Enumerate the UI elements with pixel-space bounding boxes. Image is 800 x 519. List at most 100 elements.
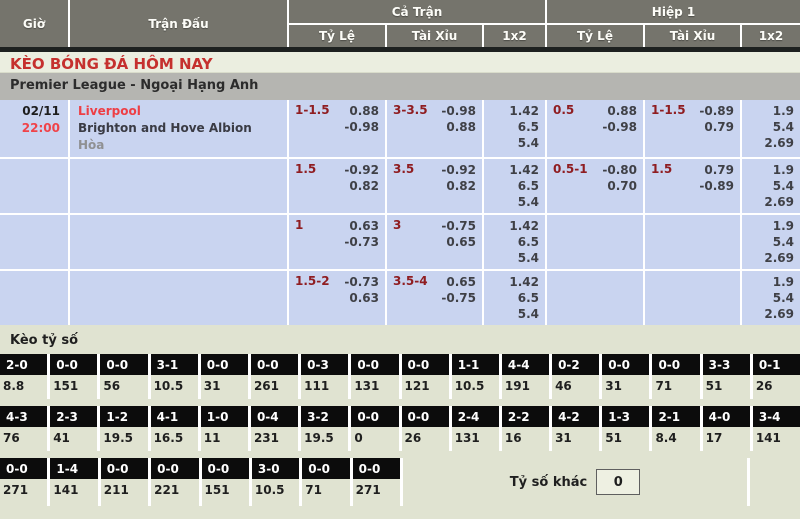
score-box[interactable]: 0-0 [251, 354, 298, 375]
score-cell[interactable]: 0-3 111 [301, 354, 348, 399]
score-box[interactable]: 3-0 [252, 458, 299, 479]
ft-1x2-cell[interactable]: 1.42 6.5 5.4 [484, 271, 545, 325]
odds-value[interactable]: 5.4 [490, 194, 539, 210]
score-box[interactable]: 0-0 [402, 406, 449, 427]
odds-value[interactable]: 0.63 [295, 290, 379, 306]
score-cell[interactable]: 0-0 71 [652, 354, 699, 399]
odds-value[interactable]: 5.4 [490, 306, 539, 322]
score-cell[interactable]: 3-0 10.5 [252, 458, 299, 506]
score-box[interactable]: 0-0 [201, 354, 248, 375]
score-box[interactable]: 1-4 [50, 458, 97, 479]
score-box[interactable]: 0-0 [351, 354, 398, 375]
ft-1x2-cell[interactable]: 1.42 6.5 5.4 [484, 215, 545, 269]
score-box[interactable]: 2-2 [502, 406, 549, 427]
odds-value[interactable]: 6.5 [490, 234, 539, 250]
odds-value[interactable]: -0.98 [553, 119, 637, 135]
score-box[interactable]: 4-0 [703, 406, 750, 427]
score-box[interactable]: 0-0 [351, 406, 398, 427]
odds-value[interactable]: 1.42 [490, 103, 539, 119]
ft-handicap-cell[interactable]: 1.5 -0.92 0.82 [289, 159, 385, 213]
odds-value[interactable]: 0.82 [295, 178, 379, 194]
odds-value[interactable]: 0.79 [651, 119, 734, 135]
score-box[interactable]: 0-3 [301, 354, 348, 375]
score-box[interactable]: 4-1 [151, 406, 198, 427]
score-cell[interactable]: 4-2 31 [552, 406, 599, 451]
h1-1x2-cell[interactable]: 1.9 5.4 2.69 [742, 271, 800, 325]
score-cell[interactable]: 4-0 17 [703, 406, 750, 451]
odds-value[interactable]: 1.42 [490, 218, 539, 234]
score-cell[interactable]: 0-0 211 [101, 458, 148, 506]
score-box[interactable]: 2-3 [50, 406, 97, 427]
h1-over-under-cell[interactable]: 1-1.5 -0.89 0.79 [645, 100, 740, 157]
score-cell[interactable]: 1-3 51 [602, 406, 649, 451]
odds-value[interactable]: 2.69 [748, 250, 794, 266]
odds-value[interactable]: 0.88 [393, 119, 476, 135]
score-cell[interactable]: 3-2 19.5 [301, 406, 348, 451]
score-box[interactable]: 1-1 [452, 354, 499, 375]
score-box[interactable]: 0-0 [602, 354, 649, 375]
odds-value[interactable]: 6.5 [490, 290, 539, 306]
h1-1x2-cell[interactable]: 1.9 5.4 2.69 [742, 159, 800, 213]
ft-over-under-cell[interactable]: 3.5-4 0.65 -0.75 [387, 271, 482, 325]
odds-value[interactable]: 1.9 [748, 218, 794, 234]
score-box[interactable]: 0-2 [552, 354, 599, 375]
odds-value[interactable]: 5.4 [748, 119, 794, 135]
h1-1x2-cell[interactable]: 1.9 5.4 2.69 [742, 215, 800, 269]
odds-value[interactable]: 0.82 [393, 178, 476, 194]
score-cell[interactable]: 0-0 26 [402, 406, 449, 451]
score-cell[interactable]: 2-4 131 [452, 406, 499, 451]
odds-value[interactable]: 2.69 [748, 135, 794, 151]
score-cell[interactable]: 2-3 41 [50, 406, 97, 451]
score-box[interactable]: 0-0 [100, 354, 147, 375]
ft-handicap-cell[interactable]: 1-1.5 0.88 -0.98 [289, 100, 385, 157]
ft-1x2-cell[interactable]: 1.42 6.5 5.4 [484, 100, 545, 157]
odds-value[interactable]: -0.89 [651, 178, 734, 194]
score-box[interactable]: 4-3 [0, 406, 47, 427]
odds-value[interactable]: -0.73 [295, 234, 379, 250]
odds-value[interactable]: -0.98 [295, 119, 379, 135]
odds-value[interactable]: 2.69 [748, 194, 794, 210]
score-box[interactable]: 1-0 [201, 406, 248, 427]
score-cell[interactable]: 4-4 191 [502, 354, 549, 399]
h1-handicap-cell[interactable]: 0.5 0.88 -0.98 [547, 100, 643, 157]
score-box[interactable]: 0-1 [753, 354, 800, 375]
score-cell[interactable]: 0-1 26 [753, 354, 800, 399]
odds-value[interactable]: 0.63 [295, 218, 379, 234]
score-cell[interactable]: 3-4 141 [753, 406, 800, 451]
ft-handicap-cell[interactable]: 1 0.63 -0.73 [289, 215, 385, 269]
score-cell[interactable]: 1-0 11 [201, 406, 248, 451]
score-box[interactable]: 2-4 [452, 406, 499, 427]
score-cell[interactable]: 1-4 141 [50, 458, 97, 506]
odds-value[interactable]: 0.65 [393, 234, 476, 250]
odds-value[interactable]: 1.9 [748, 162, 794, 178]
score-box[interactable]: 1-3 [602, 406, 649, 427]
score-box[interactable]: 0-0 [402, 354, 449, 375]
score-cell[interactable]: 0-0 121 [402, 354, 449, 399]
score-cell[interactable]: 3-3 51 [703, 354, 750, 399]
h1-1x2-cell[interactable]: 1.9 5.4 2.69 [742, 100, 800, 157]
score-box[interactable]: 3-4 [753, 406, 800, 427]
score-cell[interactable]: 1-2 19.5 [100, 406, 147, 451]
score-cell[interactable]: 0-2 46 [552, 354, 599, 399]
ft-1x2-cell[interactable]: 1.42 6.5 5.4 [484, 159, 545, 213]
ft-over-under-cell[interactable]: 3-3.5 -0.98 0.88 [387, 100, 482, 157]
score-box[interactable]: 3-3 [703, 354, 750, 375]
score-box[interactable]: 3-1 [151, 354, 198, 375]
score-box[interactable]: 3-2 [301, 406, 348, 427]
score-cell[interactable]: 2-0 8.8 [0, 354, 47, 399]
home-team[interactable]: Liverpool [78, 103, 281, 120]
score-box[interactable]: 0-0 [353, 458, 400, 479]
score-box[interactable]: 2-1 [652, 406, 699, 427]
score-cell[interactable]: 0-0 0 [351, 406, 398, 451]
score-box[interactable]: 2-0 [0, 354, 47, 375]
score-cell[interactable]: 0-0 261 [251, 354, 298, 399]
odds-value[interactable]: -0.75 [393, 290, 476, 306]
score-cell[interactable]: 3-1 10.5 [151, 354, 198, 399]
score-cell[interactable]: 0-0 271 [0, 458, 47, 506]
score-box[interactable]: 0-0 [151, 458, 198, 479]
score-cell[interactable]: 0-0 151 [50, 354, 97, 399]
score-box[interactable]: 0-0 [0, 458, 47, 479]
score-box[interactable]: 0-0 [50, 354, 97, 375]
score-cell[interactable]: 0-0 31 [602, 354, 649, 399]
score-box[interactable]: 1-2 [100, 406, 147, 427]
